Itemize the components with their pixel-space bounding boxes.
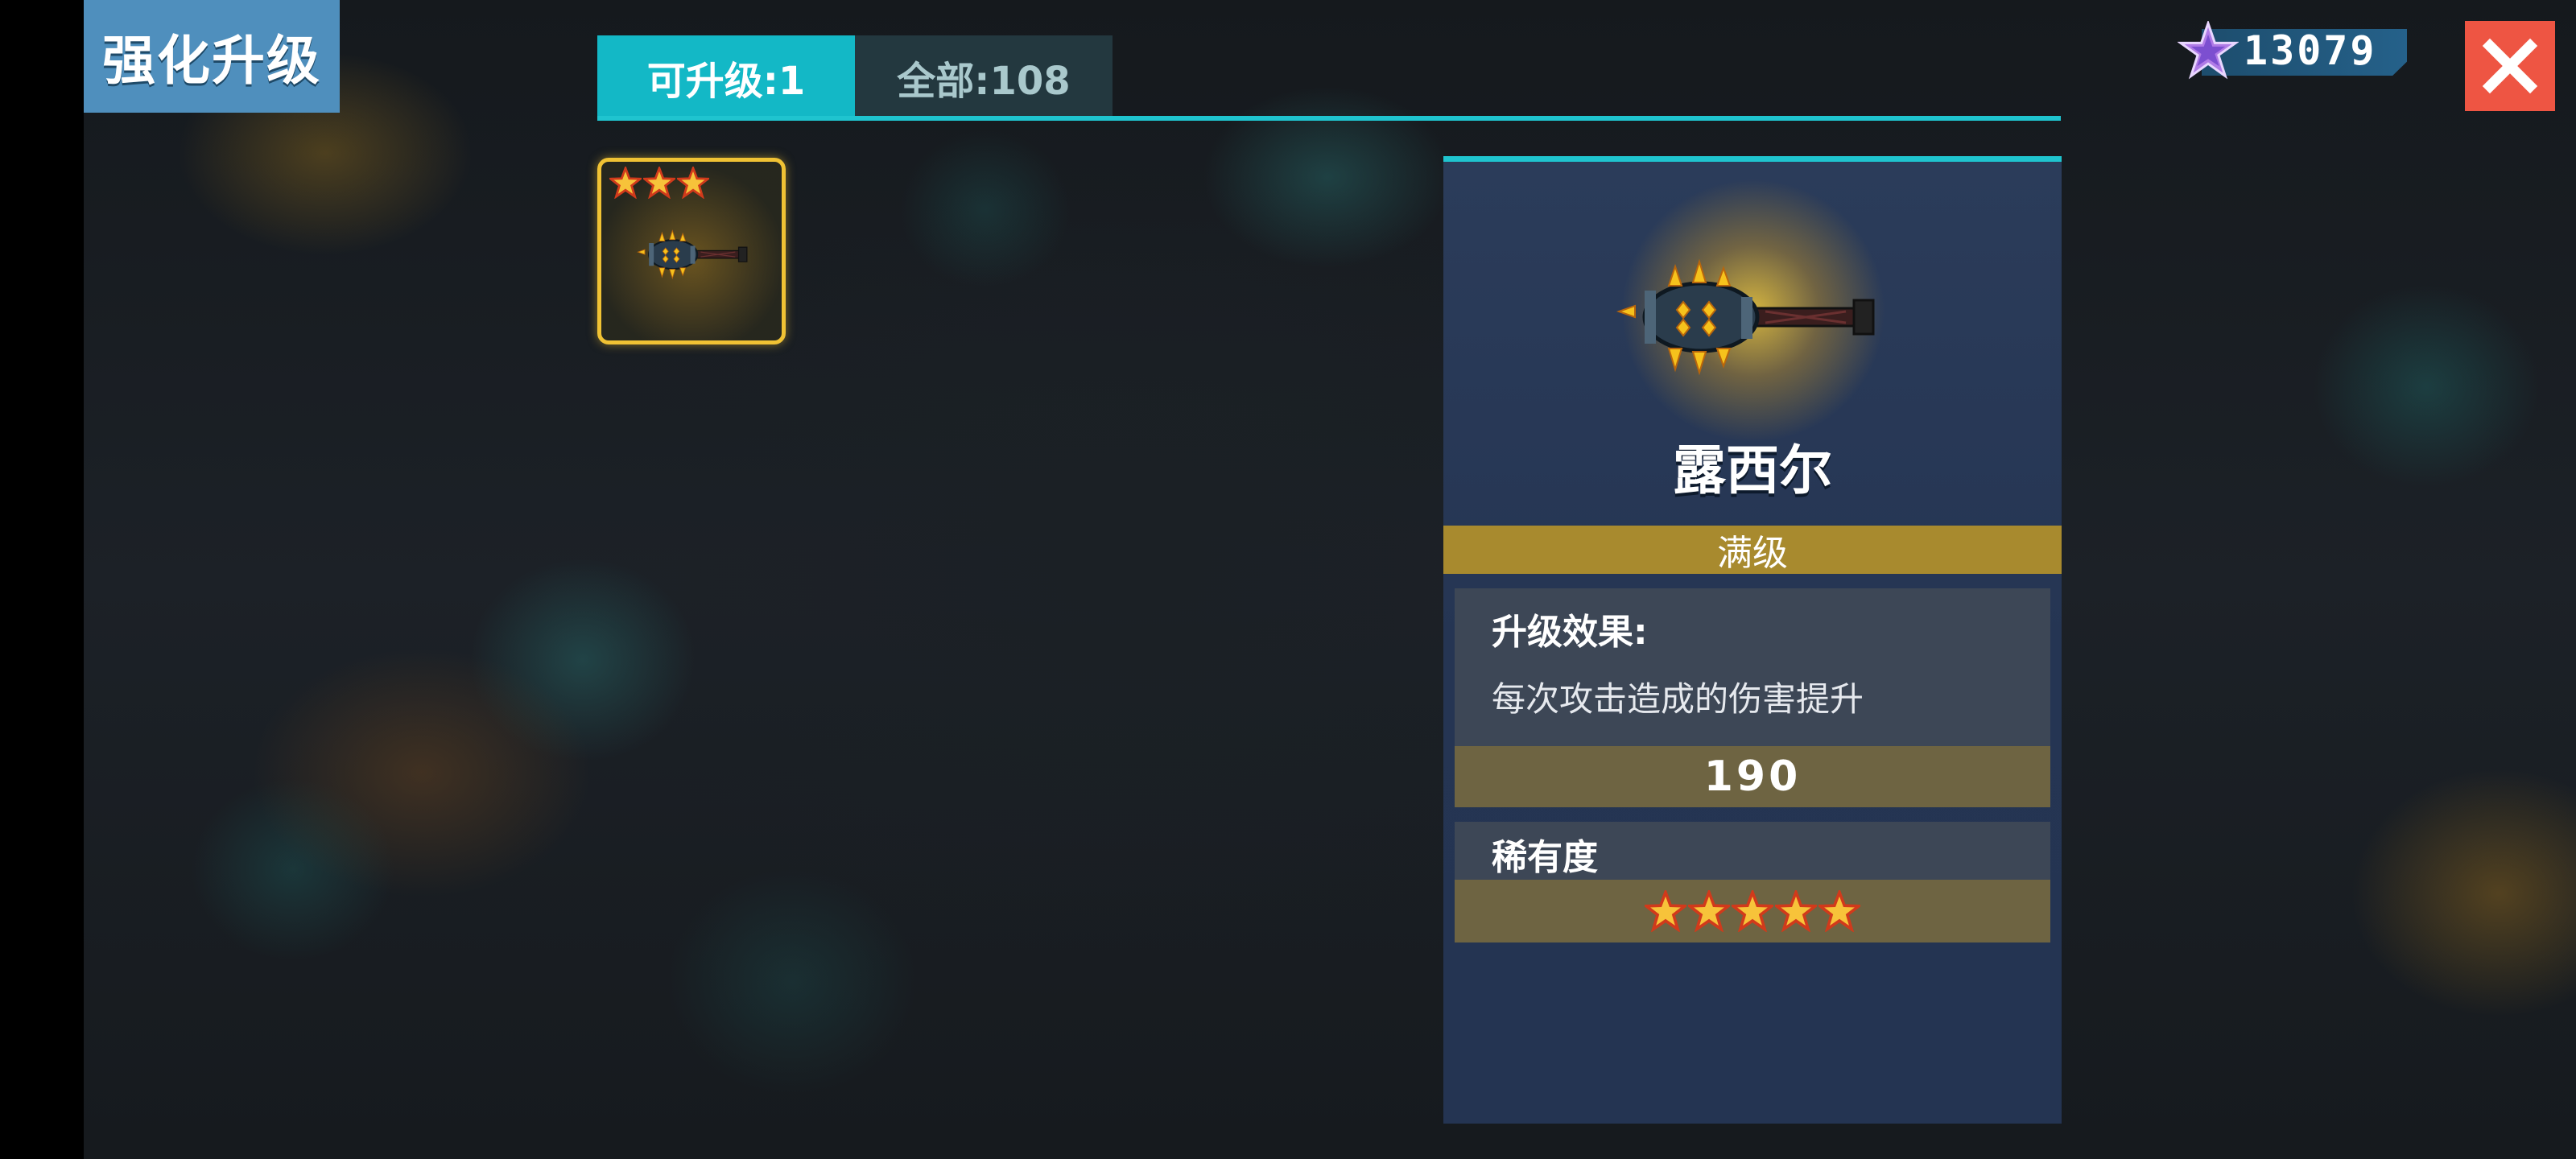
tab-bar: 可升级:1 全部:108 xyxy=(597,35,1113,119)
page-title-badge: 强化升级 xyxy=(84,0,340,113)
star-icon xyxy=(1775,890,1817,932)
upgrade-effect-value: 190 xyxy=(1455,746,2050,807)
item-card-lucille[interactable] xyxy=(597,158,786,344)
tab-all[interactable]: 全部:108 xyxy=(855,35,1113,119)
spiked-mace-icon xyxy=(1612,258,1894,379)
tab-upgradable[interactable]: 可升级:1 xyxy=(597,35,855,119)
weapon-detail-panel: 露西尔 满级 升级效果: 每次攻击造成的伤害提升 190 稀有度 xyxy=(1443,156,2062,1124)
upgrade-effect-section: 升级效果: 每次攻击造成的伤害提升 xyxy=(1455,588,2050,746)
star-icon xyxy=(643,167,675,199)
upgrade-effect-title: 升级效果: xyxy=(1492,612,1648,653)
item-star-rating xyxy=(609,167,709,199)
upgrade-effect-description: 每次攻击造成的伤害提升 xyxy=(1492,679,1864,719)
close-button[interactable] xyxy=(2465,21,2555,111)
rarity-star-rating xyxy=(1455,880,2050,942)
blurred-game-background xyxy=(84,0,2576,1159)
rarity-title: 稀有度 xyxy=(1492,837,1598,878)
page-title: 强化升级 xyxy=(102,30,321,92)
currency-amount: 13079 xyxy=(2244,27,2377,74)
close-icon xyxy=(2482,38,2538,94)
currency-display: 13079 xyxy=(2178,21,2407,80)
rarity-section: 稀有度 xyxy=(1455,822,2050,880)
tab-underline xyxy=(597,116,2061,121)
spiked-mace-icon xyxy=(637,229,748,279)
star-icon xyxy=(1732,890,1773,932)
star-icon xyxy=(1645,890,1686,932)
star-icon xyxy=(1688,890,1730,932)
star-icon xyxy=(609,167,642,199)
weapon-name: 露西尔 xyxy=(1673,439,1832,501)
max-level-badge: 满级 xyxy=(1443,526,2062,574)
purple-star-gem-icon xyxy=(2178,21,2239,80)
star-icon xyxy=(677,167,709,199)
star-icon xyxy=(1818,890,1860,932)
